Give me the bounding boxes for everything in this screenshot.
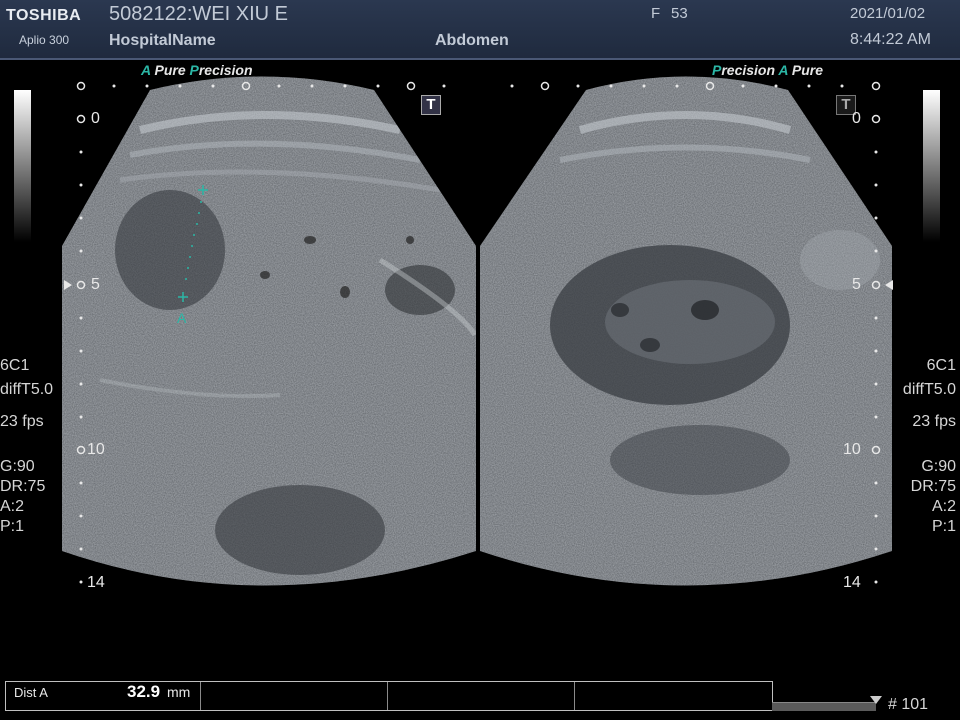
exam-time: 8:44:22 AM <box>850 31 931 48</box>
measurement-cell-empty[interactable] <box>575 682 771 710</box>
ultrasound-view <box>14 76 940 586</box>
left-mode-label: A Pure Precision <box>141 62 253 78</box>
measurement-value: 32.9 <box>127 682 161 701</box>
mode-a-letter: A <box>141 62 151 78</box>
right-param-filter: diffT5.0 <box>902 381 956 398</box>
patient-id: 5082122:WEI XIU E <box>109 3 288 25</box>
right-param-a: A:2 <box>931 498 956 515</box>
left-depth-5: 5 <box>91 276 100 293</box>
patient-sex: F <box>651 5 661 22</box>
grayscale-bar-left <box>14 90 31 242</box>
mode-pure: Pure <box>154 62 186 78</box>
caliper-a-label: A <box>177 310 187 326</box>
header-bar: TOSHIBA Aplio 300 5082122:WEI XIU E Hosp… <box>0 0 960 60</box>
t-marker-left[interactable]: T <box>421 95 441 115</box>
mode-pure: Pure <box>791 62 824 78</box>
mode-p-letter: P <box>712 62 722 78</box>
mode-p-letter: P <box>189 62 199 78</box>
measurement-table: Dist A 32.9 mm <box>5 681 773 711</box>
right-param-fps: 23 fps <box>912 413 956 430</box>
right-depth-0: 0 <box>852 110 861 127</box>
right-depth-14: 14 <box>843 574 861 591</box>
left-depth-14: 14 <box>87 574 105 591</box>
measurement-label: Dist A <box>14 685 48 700</box>
right-ultrasound-image <box>480 76 892 586</box>
brand-logo: TOSHIBA <box>6 7 82 24</box>
mode-precision: recision <box>721 62 776 78</box>
left-depth-0: 0 <box>91 110 100 127</box>
measurement-unit: mm <box>167 684 191 700</box>
measurement-cell-empty[interactable] <box>201 682 388 710</box>
measurement-cell-empty[interactable] <box>388 682 575 710</box>
left-depth-10: 10 <box>87 441 105 458</box>
right-mode-label: Precision A Pure <box>712 62 823 78</box>
left-param-fps: 23 fps <box>0 413 44 430</box>
mode-precision: recision <box>198 62 253 78</box>
patient-age: 53 <box>671 5 688 22</box>
scanner-model: Aplio 300 <box>19 33 70 47</box>
hospital-name: HospitalName <box>109 32 216 49</box>
left-param-p: P:1 <box>0 518 25 535</box>
frame-counter: # 101 <box>888 696 929 713</box>
right-param-p: P:1 <box>931 518 956 535</box>
cine-scrub-bar[interactable] <box>772 702 876 711</box>
right-depth-5: 5 <box>852 276 861 293</box>
right-param-dr: DR:75 <box>910 478 956 495</box>
grayscale-bar-right <box>923 90 940 242</box>
left-param-filter: diffT5.0 <box>0 381 54 398</box>
left-param-a: A:2 <box>0 498 25 515</box>
measurement-cell-dist-a[interactable]: Dist A 32.9 mm <box>6 682 201 710</box>
left-param-probe: 6C1 <box>0 357 30 374</box>
mode-a-letter: A <box>778 62 789 78</box>
right-param-probe: 6C1 <box>926 357 956 374</box>
left-param-gain: G:90 <box>0 458 35 475</box>
exam-date: 2021/01/02 <box>850 5 926 22</box>
right-param-gain: G:90 <box>921 458 956 475</box>
left-param-dr: DR:75 <box>0 478 46 495</box>
right-depth-10: 10 <box>843 441 861 458</box>
exam-type: Abdomen <box>435 32 509 49</box>
cine-scrub-handle[interactable] <box>870 696 882 704</box>
left-ultrasound-image <box>62 76 476 586</box>
